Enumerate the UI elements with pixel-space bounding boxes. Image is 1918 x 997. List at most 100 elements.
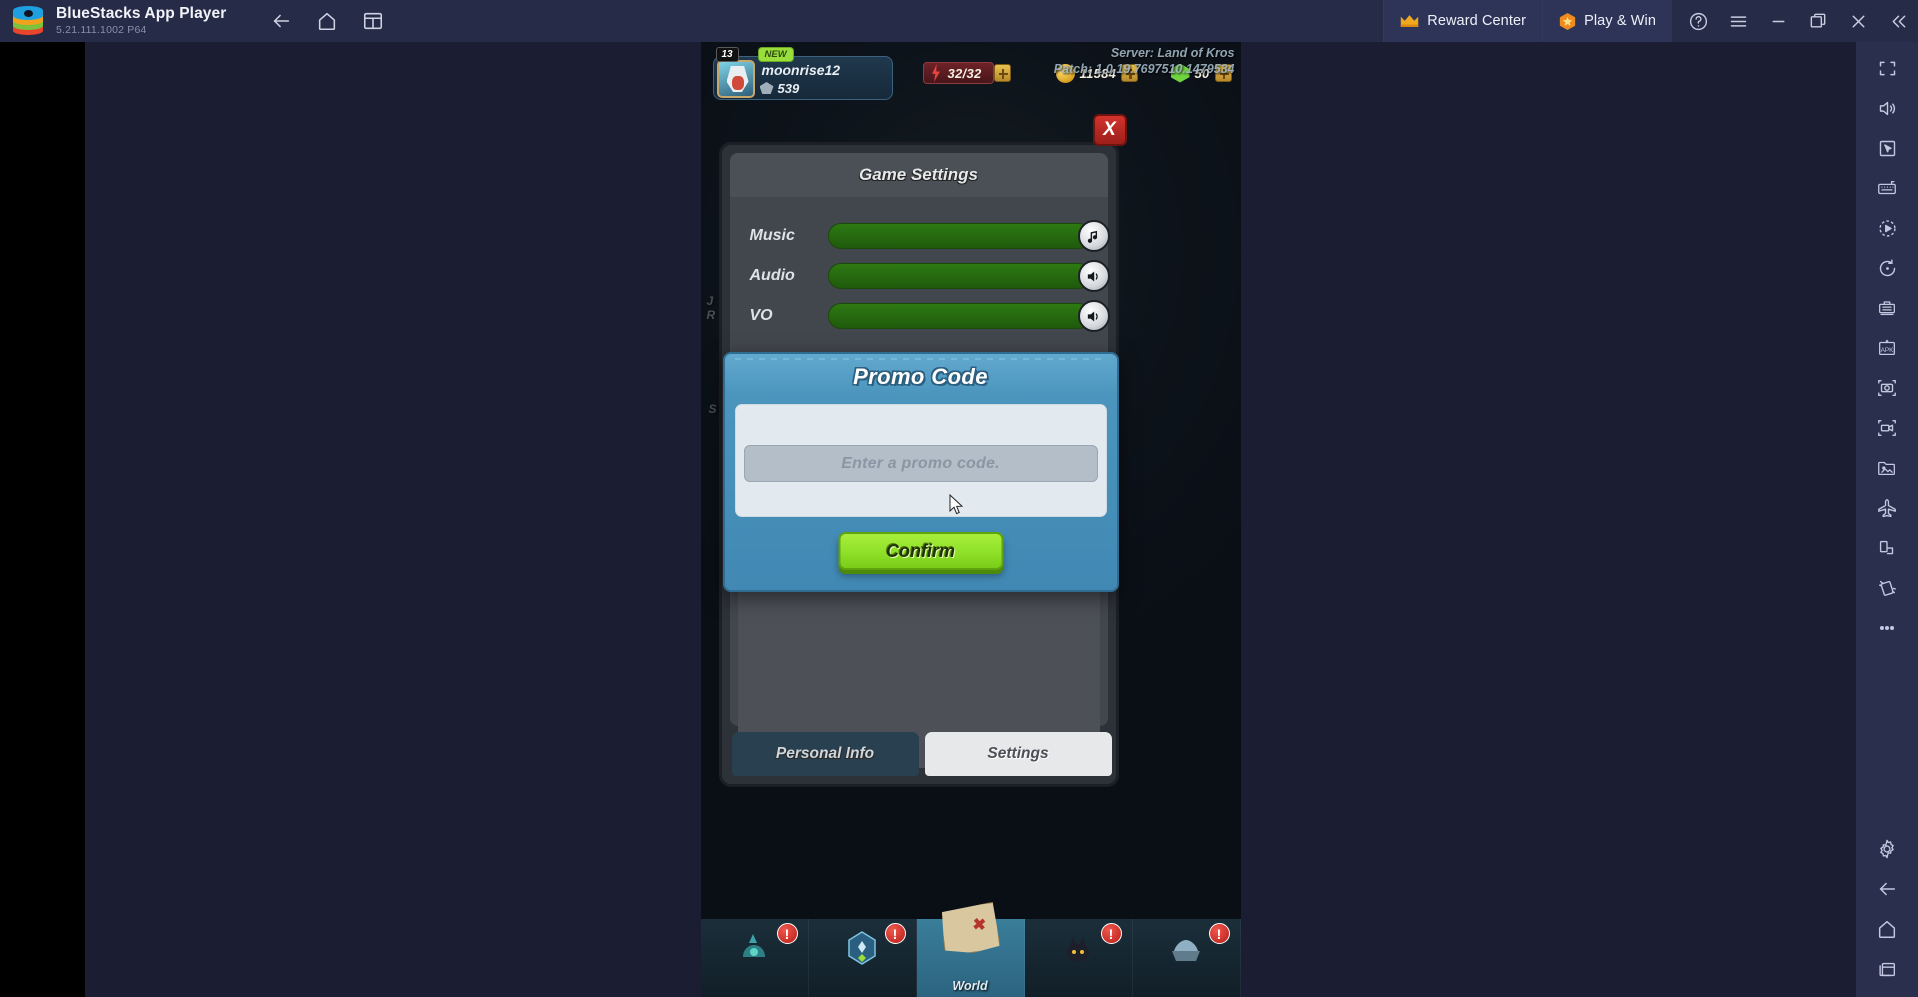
confirm-button-label: Confirm: [886, 540, 955, 561]
close-button[interactable]: [1838, 0, 1878, 42]
energy-value: 32/32: [947, 65, 982, 81]
bluestacks-logo-icon: [13, 6, 43, 36]
home-button[interactable]: [310, 4, 344, 38]
promo-code-input[interactable]: Enter a promo code.: [743, 445, 1098, 482]
bluestacks-sidebar: APK: [1856, 42, 1918, 997]
video-camera-icon[interactable]: [1865, 408, 1909, 448]
player-power: 539: [777, 81, 800, 96]
server-info: Server: Land of Kros Patch: 1.0.19.76975…: [1054, 46, 1235, 77]
home-icon[interactable]: [1865, 909, 1909, 949]
shop-icon: [1165, 927, 1207, 969]
nav-item-gems[interactable]: !: [808, 919, 917, 997]
svg-text:APK: APK: [1881, 347, 1895, 354]
apk-icon[interactable]: APK: [1865, 328, 1909, 368]
settings-title: Game Settings: [858, 165, 979, 184]
bg-text-s2: S: [708, 402, 717, 416]
ellipsis-icon[interactable]: [1865, 608, 1909, 648]
bottom-navigation: ! ! ✖ World ! !: [700, 919, 1241, 997]
maximize-button[interactable]: [1798, 0, 1838, 42]
instance-manager-icon[interactable]: [1865, 288, 1909, 328]
promo-code-dialog: Promo Code Enter a promo code. Confirm: [722, 352, 1119, 592]
cursor-pointer-icon[interactable]: [1865, 128, 1909, 168]
window-controls: [1672, 0, 1918, 42]
setting-row-music: Music: [749, 220, 1110, 252]
airplane-icon[interactable]: [1865, 488, 1909, 528]
music-slider[interactable]: [827, 223, 1092, 249]
promo-code-title: Promo Code: [853, 364, 988, 389]
player-card[interactable]: 13 NEW moonrise12 539: [712, 47, 893, 100]
game-canvas[interactable]: kies ck s ity JR S 13 NEW moonrise12 539: [700, 42, 1241, 997]
heroes-icon: [1057, 927, 1099, 969]
reward-center-label: Reward Center: [1427, 13, 1527, 29]
music-label: Music: [749, 227, 795, 244]
alert-badge: !: [884, 923, 906, 944]
arrow-left-icon[interactable]: [1865, 869, 1909, 909]
settings-title-bar: Game Settings: [729, 153, 1108, 197]
nav-item-cauldron[interactable]: !: [700, 919, 809, 997]
app-title-block: BlueStacks App Player 5.21.111.1002 P64: [56, 5, 227, 36]
vo-slider[interactable]: [827, 303, 1092, 329]
left-letterbox: [0, 42, 85, 997]
title-bar: BlueStacks App Player 5.21.111.1002 P64 …: [0, 0, 1918, 42]
nav-item-shop[interactable]: !: [1132, 919, 1241, 997]
patch-version: Patch: 1.0.19.7697510.1479534: [1053, 61, 1235, 76]
setting-row-vo: VO: [749, 300, 1110, 332]
setting-row-audio: Audio: [750, 260, 1110, 292]
tab-personal-info[interactable]: Personal Info: [731, 732, 919, 776]
gear-icon[interactable]: [1865, 829, 1909, 869]
collapse-sidebar-button[interactable]: [1878, 0, 1918, 42]
close-icon[interactable]: X: [1092, 114, 1127, 146]
promo-code-placeholder: Enter a promo code.: [841, 454, 1000, 472]
nav-item-heroes[interactable]: !: [1024, 919, 1133, 997]
device-rotate-icon[interactable]: [1865, 528, 1909, 568]
shake-icon[interactable]: [1865, 568, 1909, 608]
player-level-badge: 13: [715, 47, 739, 62]
speaker-icon[interactable]: [1077, 260, 1110, 292]
reward-center-button[interactable]: Reward Center: [1383, 0, 1543, 42]
energy-resource[interactable]: 32/32: [922, 62, 1011, 84]
play-circle-icon[interactable]: [1865, 208, 1909, 248]
recents-icon[interactable]: [1865, 949, 1909, 989]
back-button[interactable]: [264, 4, 298, 38]
fullscreen-icon[interactable]: [1865, 48, 1909, 88]
music-note-icon[interactable]: [1077, 220, 1110, 252]
power-icon: [759, 82, 774, 94]
emulator-viewport: kies ck s ity JR S 13 NEW moonrise12 539: [85, 42, 1856, 997]
volume-icon[interactable]: [1865, 88, 1909, 128]
image-folder-icon[interactable]: [1865, 448, 1909, 488]
crown-icon: [1400, 14, 1419, 28]
app-version: 5.21.111.1002 P64: [56, 23, 147, 36]
vo-label: VO: [749, 307, 773, 324]
speaker-icon[interactable]: [1077, 300, 1110, 332]
play-and-win-button[interactable]: Play & Win: [1542, 0, 1672, 42]
minimize-button[interactable]: [1758, 0, 1798, 42]
server-name: Server: Land of Kros: [1110, 46, 1235, 60]
alert-badge: !: [1100, 923, 1122, 944]
app-title: BlueStacks App Player: [56, 5, 227, 23]
energy-add-button[interactable]: [993, 64, 1011, 82]
energy-bolt-icon: [932, 64, 940, 82]
help-button[interactable]: [1678, 0, 1718, 42]
hex-star-icon: [1559, 12, 1576, 30]
settings-tabs: Personal Info Settings: [731, 732, 1112, 776]
nav-item-world[interactable]: ✖ World: [916, 919, 1025, 997]
multi-instance-button[interactable]: [356, 4, 390, 38]
title-nav-buttons: [264, 4, 390, 38]
bg-text-jr: JR: [706, 294, 716, 322]
play-and-win-label: Play & Win: [1584, 13, 1656, 29]
keyboard-icon[interactable]: [1865, 168, 1909, 208]
alert-badge: !: [776, 923, 798, 944]
confirm-button[interactable]: Confirm: [838, 532, 1003, 570]
camera-icon[interactable]: [1865, 368, 1909, 408]
rotate-icon[interactable]: [1865, 248, 1909, 288]
promo-code-body: Enter a promo code.: [734, 404, 1107, 517]
new-badge: NEW: [757, 47, 794, 62]
tab-settings[interactable]: Settings: [924, 732, 1112, 776]
cauldron-icon: [733, 927, 775, 969]
audio-slider[interactable]: [827, 263, 1092, 289]
menu-button[interactable]: [1718, 0, 1758, 42]
avatar[interactable]: [716, 60, 755, 98]
player-name: moonrise12: [761, 62, 841, 78]
alert-badge: !: [1208, 923, 1230, 944]
nav-label-world: World: [952, 979, 988, 993]
